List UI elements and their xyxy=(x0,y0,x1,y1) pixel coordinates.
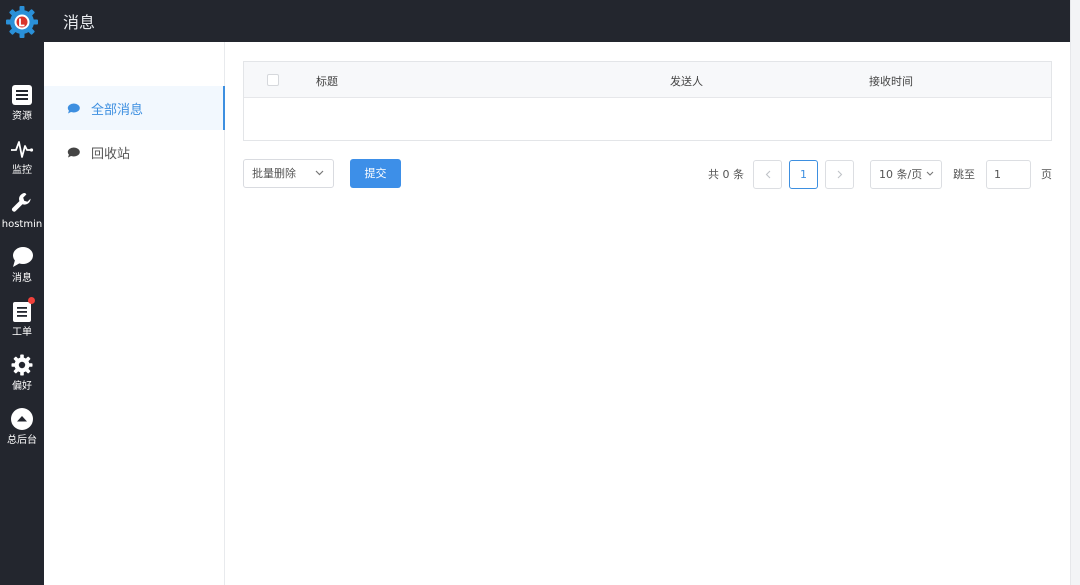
jump-to-label: 跳至 xyxy=(953,168,975,181)
top-header: 消息 xyxy=(44,0,1070,42)
submit-button[interactable]: 提交 xyxy=(350,159,401,188)
resources-icon xyxy=(12,85,32,105)
column-header-title[interactable]: 标题 xyxy=(316,73,338,89)
select-all-checkbox[interactable] xyxy=(267,74,279,86)
jump-to-page-input[interactable] xyxy=(986,160,1031,189)
message-table: 标题 发送人 接收时间 xyxy=(243,61,1052,141)
rail-item-hostmin[interactable]: hostmin xyxy=(0,189,44,241)
message-bubble-icon xyxy=(67,147,80,157)
message-subnav: 全部消息 回收站 xyxy=(44,42,225,585)
rail-label-admin: 总后台 xyxy=(7,435,37,446)
icon-rail: 资源 监控 hostmin 消息 工单 偏好 总后台 xyxy=(0,0,44,585)
page-suffix-label: 页 xyxy=(1041,168,1052,181)
column-header-received-time[interactable]: 接收时间 xyxy=(869,73,913,89)
subnav-item-recycle-bin[interactable]: 回收站 xyxy=(44,130,225,174)
chevron-left-icon xyxy=(765,170,770,179)
subnav-label-recycle-bin: 回收站 xyxy=(91,146,131,162)
rail-item-monitor[interactable]: 监控 xyxy=(0,135,44,187)
chevron-down-icon xyxy=(926,171,934,176)
message-bubble-icon xyxy=(67,103,80,113)
logo-gear-icon[interactable] xyxy=(4,4,40,40)
prev-page-button[interactable] xyxy=(753,160,782,189)
gear-icon xyxy=(11,354,33,376)
page-number-current[interactable]: 1 xyxy=(789,160,818,189)
up-arrow-circle-icon xyxy=(11,408,33,430)
page-size-value: 10 条/页 xyxy=(879,168,923,181)
page-title: 消息 xyxy=(63,13,96,32)
subnav-item-all-messages[interactable]: 全部消息 xyxy=(44,86,225,130)
chevron-down-icon xyxy=(315,170,324,176)
rail-label-messages: 消息 xyxy=(12,273,32,284)
rail-label-preferences: 偏好 xyxy=(12,381,32,392)
rail-item-messages[interactable]: 消息 xyxy=(0,243,44,295)
chat-bubble-icon xyxy=(13,247,33,267)
subnav-label-all-messages: 全部消息 xyxy=(91,102,144,118)
wrench-icon xyxy=(11,193,31,212)
chevron-right-icon xyxy=(837,170,842,179)
rail-label-tickets: 工单 xyxy=(12,327,32,338)
rail-label-monitor: 监控 xyxy=(12,165,32,176)
notification-badge xyxy=(28,297,35,304)
pagination-total: 共 0 条 xyxy=(708,168,744,181)
batch-action-value: 批量删除 xyxy=(252,167,296,180)
rail-item-preferences[interactable]: 偏好 xyxy=(0,351,44,403)
column-header-sender[interactable]: 发送人 xyxy=(670,73,703,89)
monitor-pulse-icon xyxy=(11,141,34,158)
rail-label-resources: 资源 xyxy=(12,111,32,122)
rail-label-hostmin: hostmin xyxy=(1,219,43,230)
rail-item-resources[interactable]: 资源 xyxy=(0,81,44,133)
table-header: 标题 发送人 接收时间 xyxy=(244,62,1051,98)
rail-item-tickets[interactable]: 工单 xyxy=(0,297,44,349)
page-edge xyxy=(1070,0,1080,585)
next-page-button[interactable] xyxy=(825,160,854,189)
page-size-select[interactable]: 10 条/页 xyxy=(870,160,942,189)
batch-action-select[interactable]: 批量删除 xyxy=(243,159,334,188)
rail-item-admin[interactable]: 总后台 xyxy=(0,405,44,457)
